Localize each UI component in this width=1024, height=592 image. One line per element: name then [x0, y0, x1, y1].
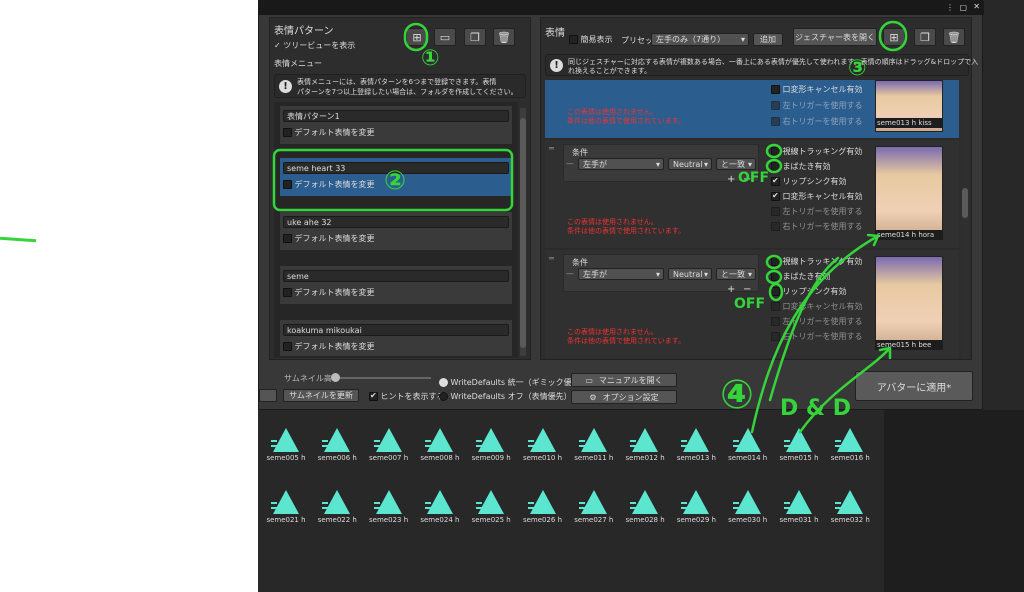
annotation-off-2: OFF: [734, 296, 766, 312]
screenshot-root: seme005 h seme006 h seme007 h seme008 h seme…: [0, 0, 1024, 592]
highlight-lip-off-2: [768, 282, 784, 302]
highlight-eye-off-2: [765, 254, 783, 270]
annotation-dnd: D & D: [780, 396, 852, 421]
highlight-blink-off-1: [765, 158, 783, 174]
annotation-overlay: [272, 20, 908, 434]
highlight-blink-off-2: [765, 269, 783, 285]
highlight-add-expression: [878, 20, 908, 52]
highlight-eye-off-1: [765, 143, 783, 159]
annotation-off-1: OFF: [738, 170, 770, 186]
annotation-1: ①: [421, 46, 440, 71]
annotation-4: ④: [720, 372, 754, 418]
annotation-3: ③: [848, 56, 867, 81]
annotation-2: ②: [384, 166, 407, 196]
